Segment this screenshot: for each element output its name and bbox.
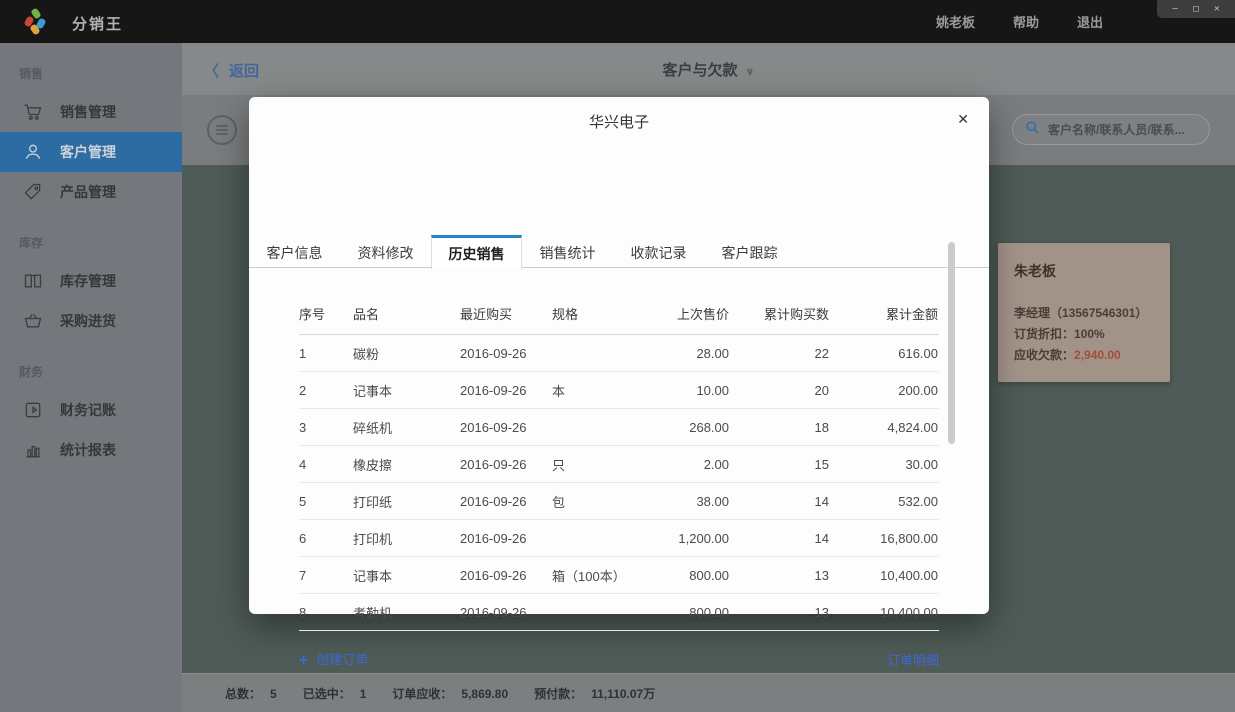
sidebar-item-label: 统计报表 xyxy=(60,442,116,458)
sidebar-section-sales: 销售 xyxy=(19,67,44,81)
close-icon[interactable]: ✕ xyxy=(953,107,973,132)
create-order-button[interactable]: + 创建订单 xyxy=(299,649,368,670)
customer-detail-modal: 华兴电子 ✕ 客户信息 资料修改 历史销售 销售统计 收款记录 客户跟踪 序号 … xyxy=(249,97,989,669)
ledger-icon xyxy=(22,400,43,421)
sidebar-section-inventory: 库存 xyxy=(19,236,44,250)
table-row[interactable]: 7 记事本 2016-09-26 箱（100本） 800.00 13 10,400.00 xyxy=(299,557,939,594)
table-row[interactable]: 1 碳粉 2016-09-26 28.00 22 616.00 xyxy=(299,335,939,372)
customer-card[interactable]: 朱老板 李经理（13567546301） 订货折扣：100% 应收欠款：2,94… xyxy=(998,243,1170,382)
table-scrollbar[interactable] xyxy=(948,242,955,444)
customer-contact: 李经理（13567546301） xyxy=(1014,306,1148,320)
person-icon xyxy=(22,142,43,163)
status-total: 总数： 5 xyxy=(225,686,277,701)
debt-amount: 2,940.00 xyxy=(1074,348,1121,362)
book-icon xyxy=(22,271,43,292)
titlebar: 分销王 姚老板 帮助 退出 — □ ✕ xyxy=(0,0,1235,43)
plus-icon: + xyxy=(299,652,309,669)
close-window-icon[interactable]: ✕ xyxy=(1214,4,1219,14)
sidebar-item-label: 客户管理 xyxy=(60,144,116,160)
table-row[interactable]: 6 打印机 2016-09-26 1,200.00 14 16,800.00 xyxy=(299,520,939,557)
status-prepaid: 预付款： 11,110.07万 xyxy=(534,686,656,701)
basket-icon xyxy=(22,311,43,332)
sidebar-item-bookkeeping[interactable]: 财务记账 xyxy=(0,390,182,430)
table-row[interactable]: 4 橡皮擦 2016-09-26 只 2.00 15 30.00 xyxy=(299,446,939,483)
user-menu[interactable]: 姚老板 xyxy=(936,12,975,31)
modal-tabs: 客户信息 资料修改 历史销售 销售统计 收款记录 客户跟踪 xyxy=(249,235,989,269)
status-selected: 已选中： 1 xyxy=(302,686,367,701)
customer-name: 朱老板 xyxy=(1014,263,1056,279)
sidebar-item-label: 采购进货 xyxy=(60,313,116,329)
sidebar-item-label: 财务记账 xyxy=(60,402,116,418)
status-bar: 总数： 5 已选中： 1 订单应收： 5,869.80 预付款： 11,110.07万 xyxy=(182,673,1235,712)
order-detail-link[interactable]: 订单明细 xyxy=(887,650,939,669)
table-row[interactable]: 8 考勤机 2016-09-26 800.00 13 10,400.00 xyxy=(299,594,939,631)
customer-discount: 订货折扣：100% xyxy=(1014,327,1105,341)
search-input[interactable]: 客户名称/联系人员/联系... xyxy=(1012,114,1210,145)
sidebar-item-label: 产品管理 xyxy=(60,184,116,200)
help-menu[interactable]: 帮助 xyxy=(1013,12,1039,31)
app-window: 分销王 姚老板 帮助 退出 — □ ✕ 销售 销售管理 客户管理 产品管理 库存… xyxy=(0,0,1235,712)
sidebar-item-inventory-management[interactable]: 库存管理 xyxy=(0,261,182,301)
minimize-icon[interactable]: — xyxy=(1172,4,1177,14)
tab-customer-follow[interactable]: 客户跟踪 xyxy=(704,237,795,268)
search-icon xyxy=(1025,120,1040,140)
page-title[interactable]: 客户与欠款 ∨ xyxy=(182,59,1235,80)
sidebar-item-reports[interactable]: 统计报表 xyxy=(0,430,182,470)
sidebar-item-customer-management[interactable]: 客户管理 xyxy=(0,132,182,172)
modal-footer: + 创建订单 订单明细 xyxy=(299,649,939,670)
window-controls: — □ ✕ xyxy=(1157,0,1235,18)
sales-history-table: 序号 品名 最近购买 规格 上次售价 累计购买数 累计金额 1 碳粉 2016-09… xyxy=(299,293,939,631)
app-title: 分销王 xyxy=(72,16,124,33)
tab-edit-profile[interactable]: 资料修改 xyxy=(340,237,431,268)
tab-sales-stats[interactable]: 销售统计 xyxy=(522,237,613,268)
sidebar-item-label: 库存管理 xyxy=(60,273,116,289)
tab-payment-records[interactable]: 收款记录 xyxy=(613,237,704,268)
sidebar-item-sales-management[interactable]: 销售管理 xyxy=(0,92,182,132)
customer-debt: 应收欠款：2,940.00 xyxy=(1014,348,1121,362)
tab-customer-info[interactable]: 客户信息 xyxy=(249,237,340,268)
logout-menu[interactable]: 退出 xyxy=(1077,12,1103,31)
tab-sales-history[interactable]: 历史销售 xyxy=(431,235,522,269)
sidebar-item-label: 销售管理 xyxy=(60,104,116,120)
status-receivable: 订单应收： 5,869.80 xyxy=(392,686,509,701)
sidebar-item-purchasing[interactable]: 采购进货 xyxy=(0,301,182,341)
chevron-down-icon: ∨ xyxy=(745,66,755,78)
modal-title: 华兴电子 xyxy=(588,114,649,131)
table-row[interactable]: 3 碎纸机 2016-09-26 268.00 18 4,824.00 xyxy=(299,409,939,446)
cart-icon xyxy=(22,102,43,123)
sidebar: 销售 销售管理 客户管理 产品管理 库存 库存管理 采购进货 财务 财务记账 统… xyxy=(0,43,182,712)
list-menu-icon[interactable] xyxy=(207,115,237,145)
titlebar-menu: 姚老板 帮助 退出 xyxy=(936,0,1103,43)
tag-icon xyxy=(22,182,43,203)
table-header: 序号 品名 最近购买 规格 上次售价 累计购买数 累计金额 xyxy=(299,293,939,335)
maximize-icon[interactable]: □ xyxy=(1193,4,1198,14)
sidebar-section-finance: 财务 xyxy=(19,365,44,379)
table-row[interactable]: 2 记事本 2016-09-26 本 10.00 20 200.00 xyxy=(299,372,939,409)
app-logo-icon xyxy=(23,7,48,36)
sidebar-item-product-management[interactable]: 产品管理 xyxy=(0,172,182,212)
search-placeholder: 客户名称/联系人员/联系... xyxy=(1048,123,1185,137)
table-row[interactable]: 5 打印纸 2016-09-26 包 38.00 14 532.00 xyxy=(299,483,939,520)
page-header: 〈返回 客户与欠款 ∨ xyxy=(182,43,1235,95)
bar-chart-icon xyxy=(22,440,43,461)
